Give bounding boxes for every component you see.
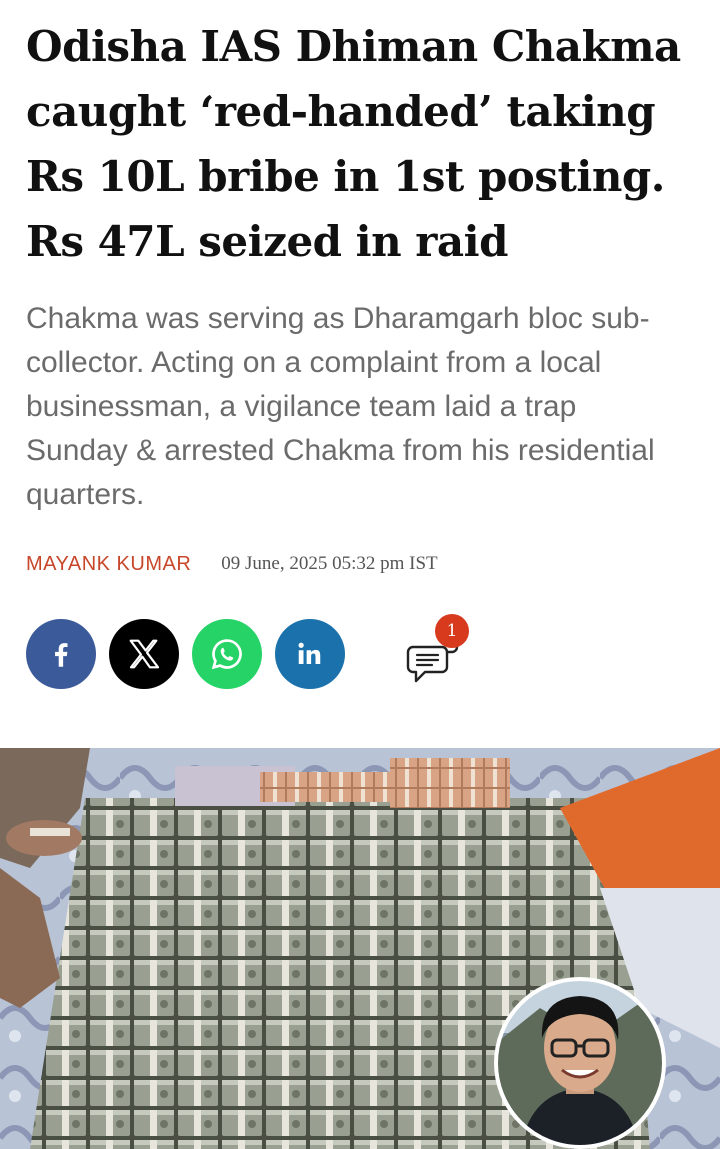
article-summary: Chakma was serving as Dharamgarh bloc su…	[26, 302, 655, 511]
facebook-share-button[interactable]	[26, 619, 96, 689]
x-share-button[interactable]	[109, 619, 179, 689]
share-bar	[26, 619, 358, 689]
article-headline: Odisha IAS Dhiman Chakma caught ‘red-han…	[26, 22, 681, 266]
byline: MAYANK KUMAR 09 June, 2025 05:32 pm IST	[26, 549, 438, 579]
comment-count-badge: 1	[435, 614, 469, 648]
facebook-icon	[55, 643, 68, 667]
publish-date: 09 June, 2025 05:32 pm IST	[221, 553, 438, 574]
author-link[interactable]: MAYANK KUMAR	[26, 553, 191, 576]
whatsapp-share-button[interactable]	[192, 619, 262, 689]
whatsapp-icon	[211, 639, 242, 670]
x-icon	[129, 639, 160, 669]
article-hero-image	[0, 748, 720, 1149]
linkedin-share-button[interactable]	[275, 619, 345, 689]
cash-seizure-photo	[0, 748, 720, 1149]
linkedin-icon	[298, 642, 321, 664]
